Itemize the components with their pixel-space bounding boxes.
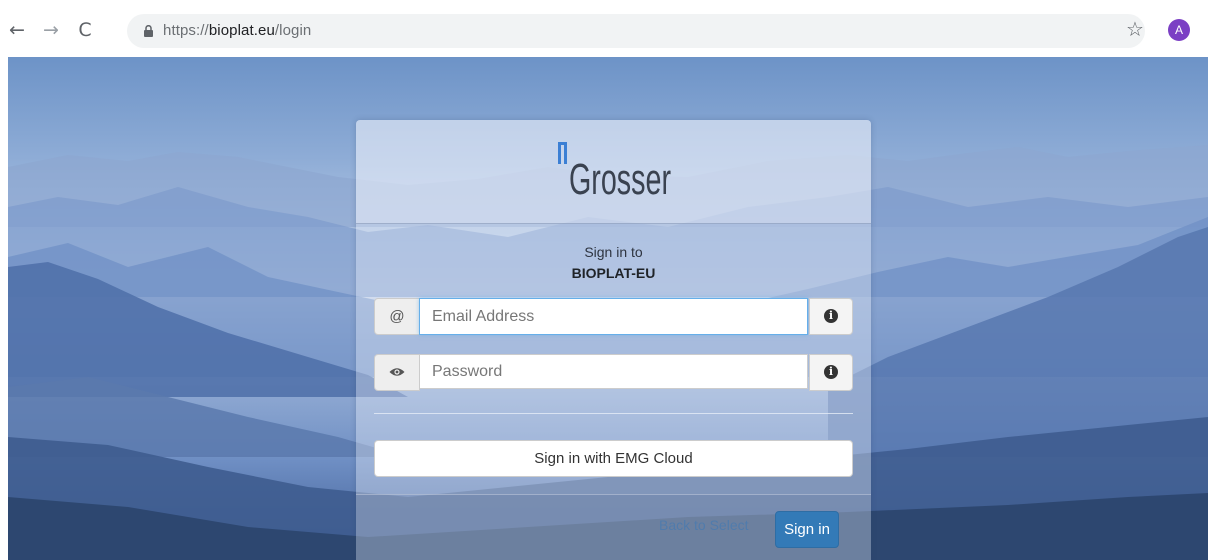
form-divider [374, 413, 853, 414]
browser-toolbar: ← → C https://bioplat.eu/login ☆ A [0, 0, 1208, 62]
email-input-group: @ i [374, 298, 853, 335]
signin-button[interactable]: Sign in [775, 511, 839, 548]
login-card: Grosser Sign in to BIOPLAT-EU @ i i [356, 120, 871, 560]
eye-icon-svg [389, 367, 405, 376]
signin-to-label: Sign in to [584, 244, 643, 260]
info-icon: i [824, 308, 838, 323]
back-to-select-link[interactable]: Back to Select [659, 517, 749, 533]
login-page: Grosser Sign in to BIOPLAT-EU @ i i [8, 57, 1208, 560]
password-input-group: i [374, 354, 853, 391]
profile-avatar[interactable]: A [1168, 19, 1190, 41]
tenant-name: BIOPLAT-EU [571, 265, 656, 281]
card-header: Grosser [356, 120, 871, 224]
reload-icon[interactable]: C [74, 19, 96, 41]
url-host: bioplat.eu [208, 22, 275, 39]
url-path: /login [274, 22, 312, 39]
at-sign-icon: @ [374, 298, 420, 335]
card-footer: Back to Select Sign in [356, 494, 871, 560]
grosser-logo: Grosser [558, 142, 671, 198]
url-scheme: https:// [163, 22, 209, 39]
password-info-button[interactable]: i [809, 354, 853, 391]
emg-cloud-signin-button[interactable]: Sign in with EMG Cloud [374, 440, 853, 477]
password-field[interactable] [419, 354, 808, 389]
eye-icon[interactable] [374, 354, 420, 391]
address-bar[interactable]: https://bioplat.eu/login [127, 14, 1145, 48]
info-icon: i [824, 364, 838, 379]
forward-arrow-icon[interactable]: → [40, 19, 62, 41]
bookmark-star-icon[interactable]: ☆ [1123, 17, 1147, 41]
email-field[interactable] [419, 298, 808, 335]
logo-wordmark: Grosser [569, 155, 671, 198]
url-text[interactable]: https://bioplat.eu/login [163, 14, 311, 48]
email-info-button[interactable]: i [809, 298, 853, 335]
lock-icon [144, 25, 153, 37]
back-arrow-icon[interactable]: ← [6, 19, 28, 41]
